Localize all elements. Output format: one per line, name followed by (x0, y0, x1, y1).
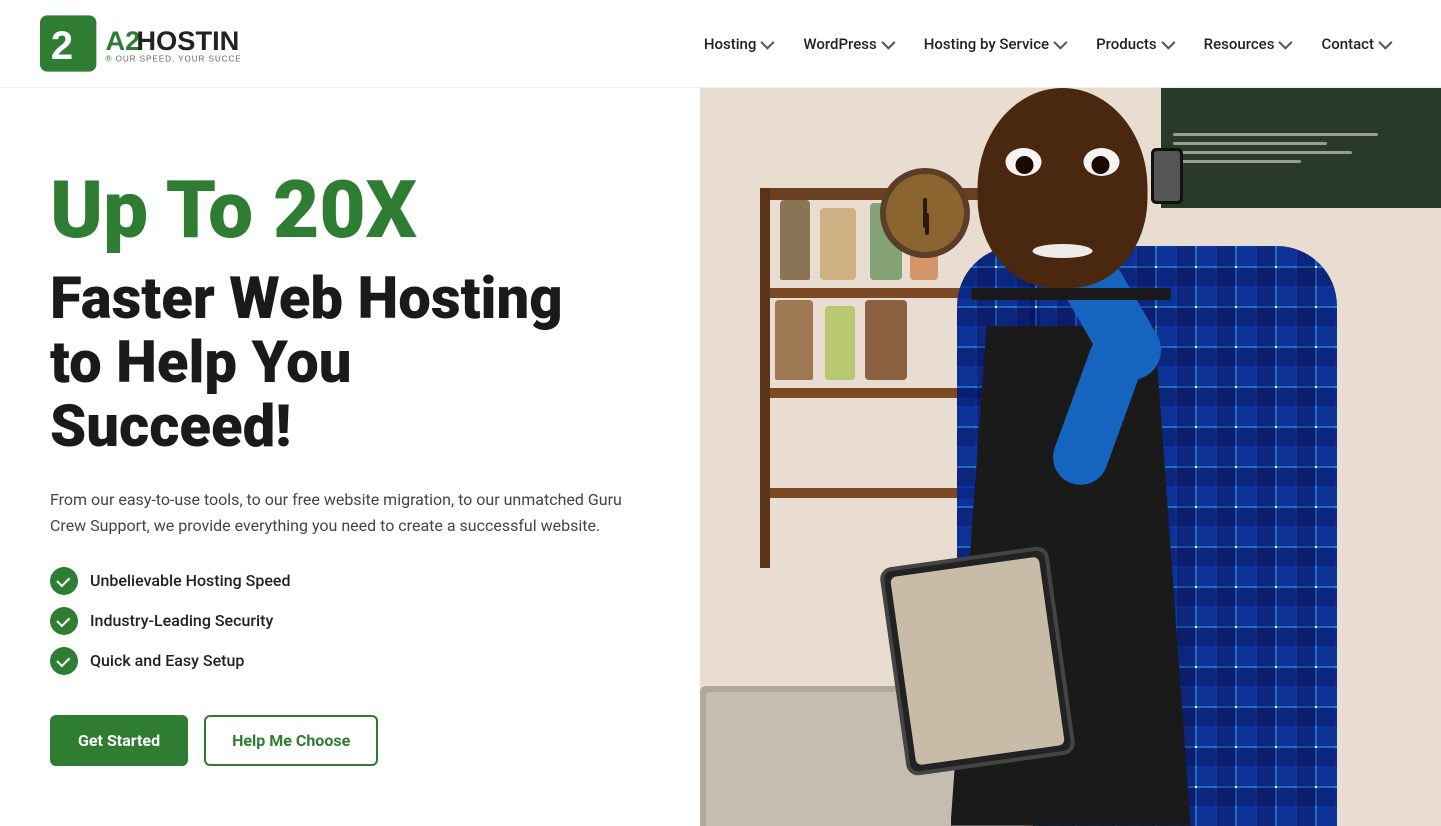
hero-content: Up To 20X Faster Web Hosting to Help You… (0, 88, 700, 826)
get-started-button[interactable]: Get Started (50, 715, 188, 766)
feature-list: Unbelievable Hosting Speed Industry-Lead… (50, 567, 650, 675)
nav-link-contact[interactable]: Contact (1309, 27, 1401, 61)
svg-text:® OUR SPEED, YOUR SUCCESS: ® OUR SPEED, YOUR SUCCESS (105, 55, 240, 64)
hero-headline-dark: Faster Web Hosting to Help You Succeed! (50, 268, 650, 459)
cta-buttons: Get Started Help Me Choose (50, 715, 650, 766)
nav-link-products[interactable]: Products (1084, 27, 1184, 61)
help-me-choose-button[interactable]: Help Me Choose (204, 715, 378, 766)
chevron-down-icon (1053, 35, 1067, 49)
nav-item-products[interactable]: Products (1084, 27, 1184, 61)
logo[interactable]: 2 A2 HOSTING ® OUR SPEED, YOUR SUCCESS (40, 11, 240, 76)
nav-link-hosting[interactable]: Hosting (692, 27, 784, 61)
nav-item-wordpress[interactable]: WordPress (791, 27, 903, 61)
chevron-down-icon (761, 35, 775, 49)
feature-item-speed: Unbelievable Hosting Speed (50, 567, 650, 595)
check-icon-speed (50, 567, 78, 595)
nav-item-hosting[interactable]: Hosting (692, 27, 784, 61)
hero-image-panel (700, 88, 1441, 826)
nav-link-hosting-by-service[interactable]: Hosting by Service (912, 27, 1076, 61)
svg-text:A2: A2 (105, 25, 140, 56)
svg-text:HOSTING: HOSTING (136, 25, 240, 56)
chevron-down-icon (1161, 35, 1175, 49)
nav-links: Hosting WordPress Hosting by Service Pro… (692, 27, 1401, 61)
nav-item-hosting-by-service[interactable]: Hosting by Service (912, 27, 1076, 61)
nav-link-wordpress[interactable]: WordPress (791, 27, 903, 61)
nav-link-resources[interactable]: Resources (1192, 27, 1302, 61)
chevron-down-icon (1378, 35, 1392, 49)
nav-item-resources[interactable]: Resources (1192, 27, 1302, 61)
check-icon-setup (50, 647, 78, 675)
main-nav: 2 A2 HOSTING ® OUR SPEED, YOUR SUCCESS H… (0, 0, 1441, 88)
svg-text:2: 2 (51, 24, 73, 68)
feature-item-security: Industry-Leading Security (50, 607, 650, 635)
hero-image (700, 88, 1441, 826)
logo-svg: 2 A2 HOSTING ® OUR SPEED, YOUR SUCCESS (40, 11, 240, 76)
person-figure (700, 88, 1441, 826)
check-icon-security (50, 607, 78, 635)
hero-section: Up To 20X Faster Web Hosting to Help You… (0, 88, 1441, 826)
feature-item-setup: Quick and Easy Setup (50, 647, 650, 675)
hero-headline-green: Up To 20X (50, 168, 650, 252)
nav-item-contact[interactable]: Contact (1309, 27, 1401, 61)
chevron-down-icon (1279, 35, 1293, 49)
hero-description: From our easy-to-use tools, to our free … (50, 487, 650, 538)
chevron-down-icon (881, 35, 895, 49)
